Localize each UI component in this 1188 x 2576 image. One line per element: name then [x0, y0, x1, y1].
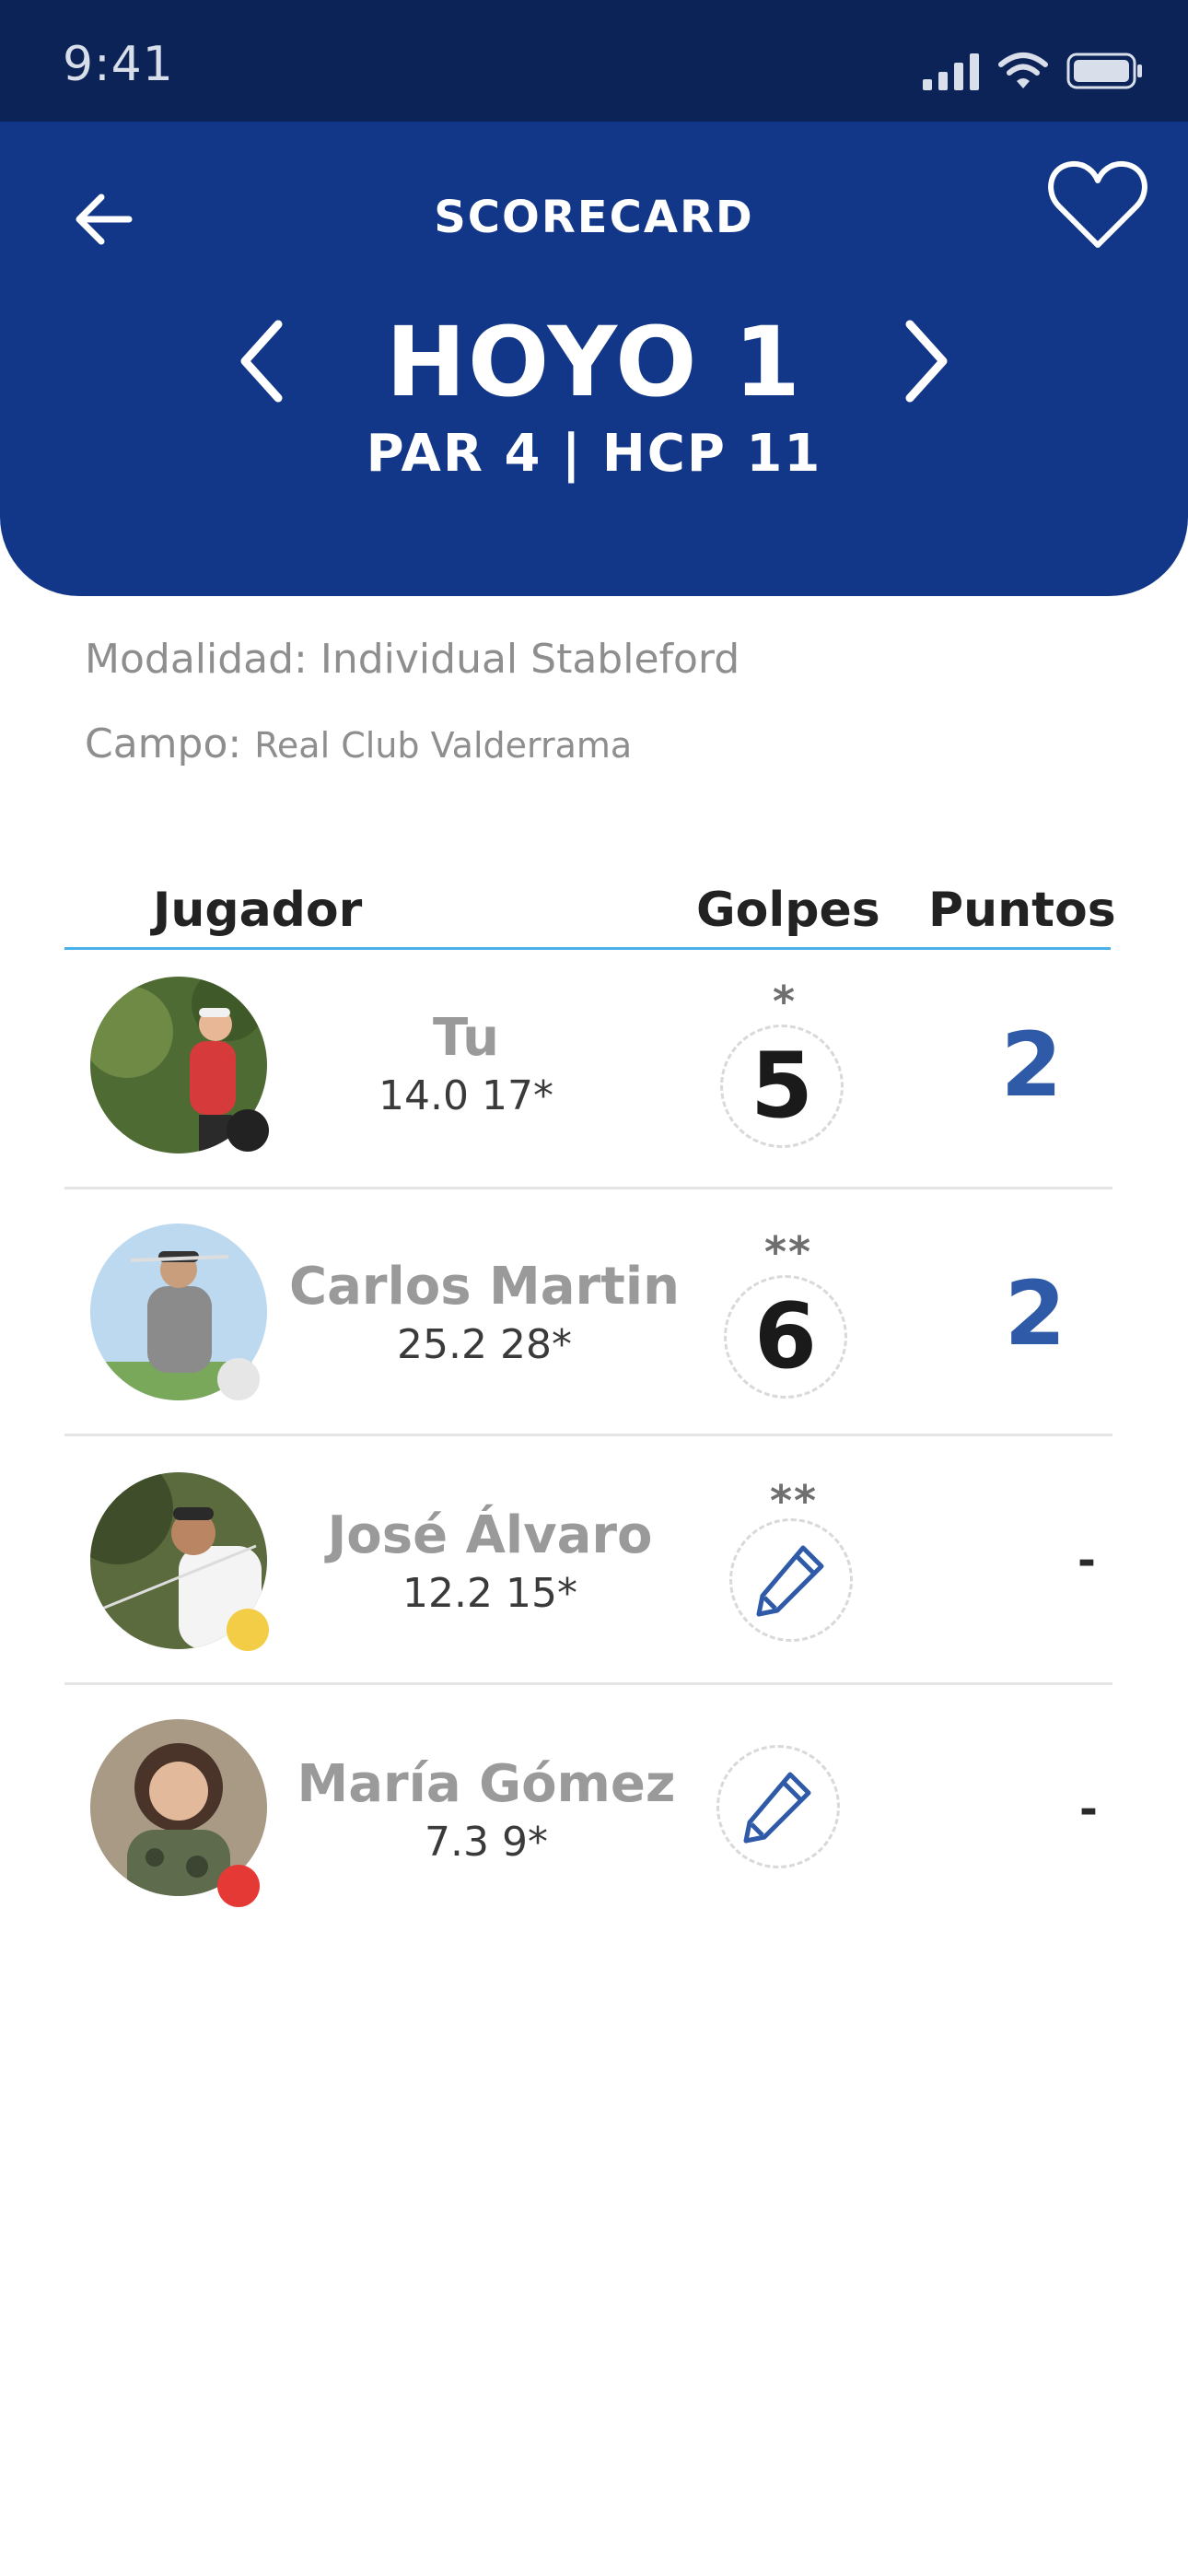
- status-time: 9:41: [63, 37, 174, 92]
- player-color-dot: [217, 1865, 260, 1907]
- row-divider: [64, 1434, 1112, 1436]
- mode-line: Modalidad: Individual Stableford: [85, 636, 740, 683]
- points-value: 2: [1004, 1262, 1066, 1365]
- pencil-icon: [756, 1545, 824, 1617]
- wifi-icon: [998, 53, 1048, 88]
- hole-title: HOYO 1: [385, 306, 803, 418]
- shots-input[interactable]: 5: [720, 1025, 844, 1148]
- player-handicap: 14.0 17*: [379, 1072, 553, 1119]
- player-name: María Gómez: [297, 1754, 676, 1814]
- mode-label: Modalidad:: [85, 636, 308, 683]
- course-line: Campo: Real Club Valderrama: [85, 720, 632, 767]
- course-label: Campo:: [85, 720, 242, 767]
- page-title: SCORECARD: [434, 192, 754, 243]
- player-name: Tu: [433, 1008, 499, 1068]
- player-handicap: 12.2 15*: [402, 1570, 577, 1617]
- column-shots: Golpes: [696, 883, 880, 938]
- shots-edit-button[interactable]: [716, 1745, 840, 1868]
- points-value: 2: [1000, 1013, 1063, 1117]
- shots-input[interactable]: 6: [724, 1275, 847, 1399]
- pencil-icon: [743, 1772, 811, 1844]
- stroke-stars: **: [763, 1227, 813, 1277]
- row-divider: [64, 1682, 1112, 1685]
- player-color-dot: [217, 1358, 260, 1400]
- shots-value: 6: [753, 1284, 818, 1389]
- player-handicap: 25.2 28*: [397, 1321, 572, 1368]
- course-value: Real Club Valderrama: [254, 725, 633, 766]
- favorite-heart-icon[interactable]: [1046, 157, 1149, 252]
- points-value: -: [1077, 1535, 1096, 1587]
- row-divider: [64, 1187, 1112, 1189]
- signal-icon: [923, 53, 979, 90]
- column-player: Jugador: [153, 883, 363, 938]
- hole-par-hcp: PAR 4 | HCP 11: [366, 424, 822, 484]
- points-value: -: [1079, 1784, 1098, 1835]
- player-name: Carlos Martin: [289, 1257, 680, 1317]
- scorecard-header: SCORECARD HOYO 1 PAR 4 | HCP 11: [0, 122, 1188, 596]
- shots-edit-button[interactable]: [729, 1518, 853, 1642]
- header-divider: [64, 947, 1111, 950]
- player-color-dot: [227, 1609, 269, 1651]
- column-points: Puntos: [928, 883, 1116, 938]
- next-hole-chevron-icon[interactable]: [893, 315, 958, 407]
- status-bar: 9:41: [0, 0, 1188, 122]
- mode-value: Individual Stableford: [320, 636, 740, 683]
- player-name: José Álvaro: [327, 1505, 653, 1565]
- status-icons: [923, 44, 1144, 90]
- player-handicap: 7.3 9*: [425, 1819, 548, 1866]
- battery-icon: [1066, 53, 1142, 89]
- shots-value: 5: [750, 1034, 814, 1139]
- stroke-stars: *: [772, 977, 798, 1026]
